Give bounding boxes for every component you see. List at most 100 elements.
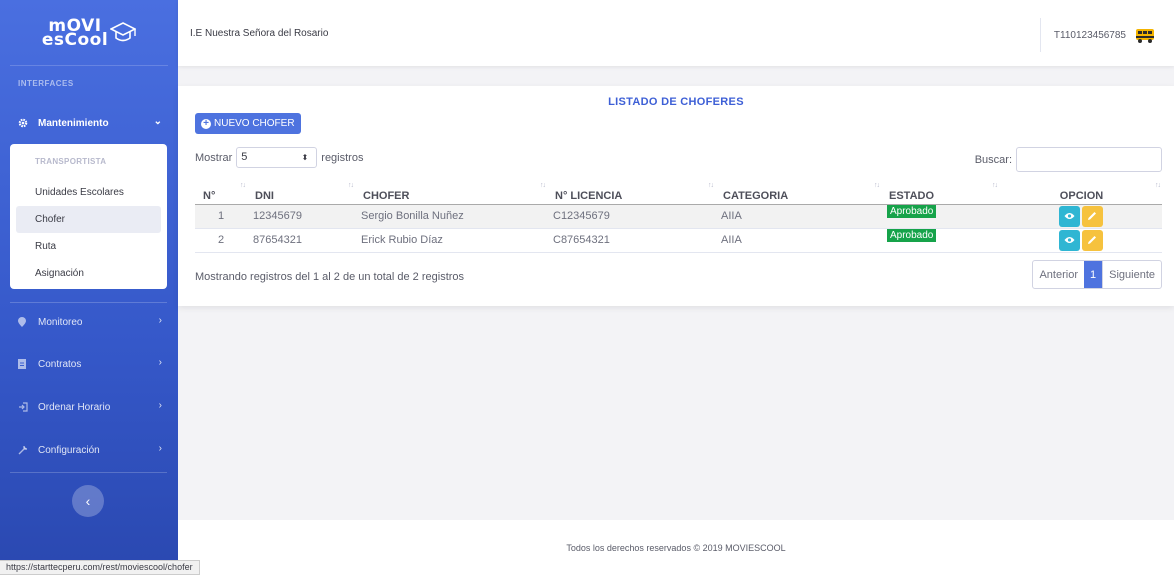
cell-num: 2 [195, 228, 247, 253]
chevron-left-icon: ‹ [85, 493, 91, 509]
col-header-categoria[interactable]: CATEGORIA ↑↓ [715, 182, 881, 205]
edit-button[interactable] [1081, 229, 1103, 251]
cell-opcion [999, 204, 1162, 229]
cell-categoria: AIIA [715, 228, 881, 253]
cell-dni: 87654321 [247, 228, 355, 253]
chevron-down-icon: ⌄ [153, 116, 162, 127]
chevron-right-icon: › [158, 315, 162, 326]
brand[interactable]: mOVI esCool [10, 0, 168, 66]
cell-estado: Aprobado [881, 204, 999, 229]
records-label: registros [321, 151, 364, 164]
view-button[interactable] [1058, 205, 1080, 227]
prev-page-button[interactable]: Anterior [1033, 261, 1084, 288]
status-badge: Aprobado [887, 228, 937, 242]
sort-icon: ↑↓ [992, 182, 998, 189]
school-bus-avatar-icon [1136, 29, 1154, 43]
chevron-right-icon: › [158, 357, 162, 368]
cell-opcion [999, 228, 1162, 253]
sidebar-divider [10, 472, 167, 473]
search-control: Buscar: [975, 147, 1162, 172]
sidebar-item-ordenar-horario[interactable]: Ordenar Horario › [0, 386, 178, 428]
sidebar-item-mantenimiento[interactable]: Mantenimiento ⌄ [0, 102, 178, 144]
pencil-icon [1088, 236, 1096, 244]
col-header-opcion[interactable]: OPCION ↑↓ [999, 182, 1162, 205]
col-header-dni[interactable]: DNI ↑↓ [247, 182, 355, 205]
search-input[interactable] [1016, 147, 1162, 172]
submenu-item-unidades[interactable]: Unidades Escolares [16, 179, 161, 206]
topbar: I.E Nuestra Señora del Rosario T11012345… [178, 0, 1174, 66]
edit-button[interactable] [1081, 205, 1103, 227]
user-code: T110123456785 [1053, 29, 1126, 41]
submenu-item-ruta[interactable]: Ruta [16, 233, 161, 260]
cell-licencia: C12345679 [547, 204, 715, 229]
table-header-row: N° ↑↓ DNI ↑↓ CHOFER ↑↓ N° LICENCIA ↑↓ CATEGO… [195, 182, 1162, 205]
col-header-num[interactable]: N° ↑↓ [195, 182, 247, 205]
footer: Todos los derechos reservados © 2019 MOV… [178, 520, 1174, 575]
brand-logo: mOVI esCool [42, 17, 137, 48]
view-button[interactable] [1058, 229, 1080, 251]
page-length-value: 5 [241, 151, 248, 163]
eye-icon [1064, 213, 1074, 219]
document-icon [18, 359, 32, 369]
pagination: Anterior 1 Siguiente [1032, 260, 1162, 289]
sort-icon: ↑↓ [874, 182, 880, 189]
sidebar-item-configuracion[interactable]: Configuración › [0, 429, 178, 471]
cell-chofer: Sergio Bonilla Nuñez [355, 204, 547, 229]
footer-copyright: Todos los derechos reservados © 2019 MOV… [566, 543, 786, 553]
chevron-right-icon: › [158, 400, 162, 411]
status-badge: Aprobado [887, 204, 937, 218]
cell-licencia: C87654321 [547, 228, 715, 253]
sidebar-toggle-button[interactable]: ‹ [72, 485, 104, 517]
gear-icon [18, 118, 32, 128]
new-driver-label: NUEVO CHOFER [214, 118, 295, 129]
submenu-heading: TRANSPORTISTA [35, 157, 107, 166]
sidebar-item-monitoreo[interactable]: Monitoreo › [0, 301, 178, 343]
cell-categoria: AIIA [715, 204, 881, 229]
new-driver-button[interactable]: + NUEVO CHOFER [195, 113, 301, 134]
sign-in-icon [18, 402, 32, 412]
sort-icon: ↑↓ [240, 182, 246, 189]
table-row: 1 12345679 Sergio Bonilla Nuñez C1234567… [195, 204, 1162, 229]
sidebar-item-contratos[interactable]: Contratos › [0, 343, 178, 385]
table-info: Mostrando registros del 1 al 2 de un tot… [195, 271, 465, 283]
sidebar-item-label: Configuración [38, 444, 100, 456]
sort-icon: ↑↓ [1155, 182, 1161, 189]
sidebar-item-label: Mantenimiento [38, 117, 109, 129]
sidebar-heading: INTERFACES [18, 79, 74, 88]
col-header-licencia[interactable]: N° LICENCIA ↑↓ [547, 182, 715, 205]
user-menu[interactable]: T110123456785 [1039, 18, 1156, 52]
sidebar: mOVI esCool INTERFACES Mantenimiento ⌄ T… [0, 0, 178, 575]
sort-icon: ↑↓ [540, 182, 546, 189]
cell-chofer: Erick Rubio Díaz [355, 228, 547, 253]
page-1-button[interactable]: 1 [1084, 261, 1103, 288]
eye-icon [1064, 237, 1074, 243]
sort-icon: ↑↓ [348, 182, 354, 189]
browser-status-url: https://starttecperu.com/rest/moviescool… [0, 560, 200, 575]
sidebar-item-label: Monitoreo [38, 316, 83, 328]
drivers-card: LISTADO DE CHOFERES + NUEVO CHOFER Mostr… [178, 86, 1174, 306]
plus-circle-icon: + [201, 118, 211, 129]
sidebar-item-label: Contratos [38, 358, 82, 370]
cell-estado: Aprobado [881, 228, 999, 253]
sort-icon: ↑↓ [708, 182, 714, 189]
page-title: LISTADO DE CHOFERES [608, 96, 744, 108]
pencil-icon [1088, 212, 1096, 220]
show-label: Mostrar [195, 151, 233, 164]
submenu-item-chofer[interactable]: Chofer [16, 206, 161, 233]
school-cap-icon [110, 21, 137, 41]
page-length-control: Mostrar 5 ⬍ registros [195, 147, 363, 168]
next-page-button[interactable]: Siguiente [1102, 261, 1161, 288]
select-arrows-icon: ⬍ [301, 153, 309, 162]
table-row: 2 87654321 Erick Rubio Díaz C87654321 AI… [195, 228, 1162, 253]
map-marker-icon [18, 317, 32, 327]
submenu-transportista: TRANSPORTISTA Unidades Escolares Chofer … [10, 144, 167, 289]
school-name: I.E Nuestra Señora del Rosario [190, 27, 329, 39]
search-label: Buscar: [974, 153, 1012, 166]
cell-num: 1 [195, 204, 247, 229]
col-header-estado[interactable]: ESTADO ↑↓ [881, 182, 999, 205]
page-length-select[interactable]: 5 ⬍ [236, 147, 318, 168]
col-header-chofer[interactable]: CHOFER ↑↓ [355, 182, 547, 205]
cell-dni: 12345679 [247, 204, 355, 229]
submenu-item-asignacion[interactable]: Asignación [16, 260, 161, 287]
wrench-icon [18, 445, 32, 455]
